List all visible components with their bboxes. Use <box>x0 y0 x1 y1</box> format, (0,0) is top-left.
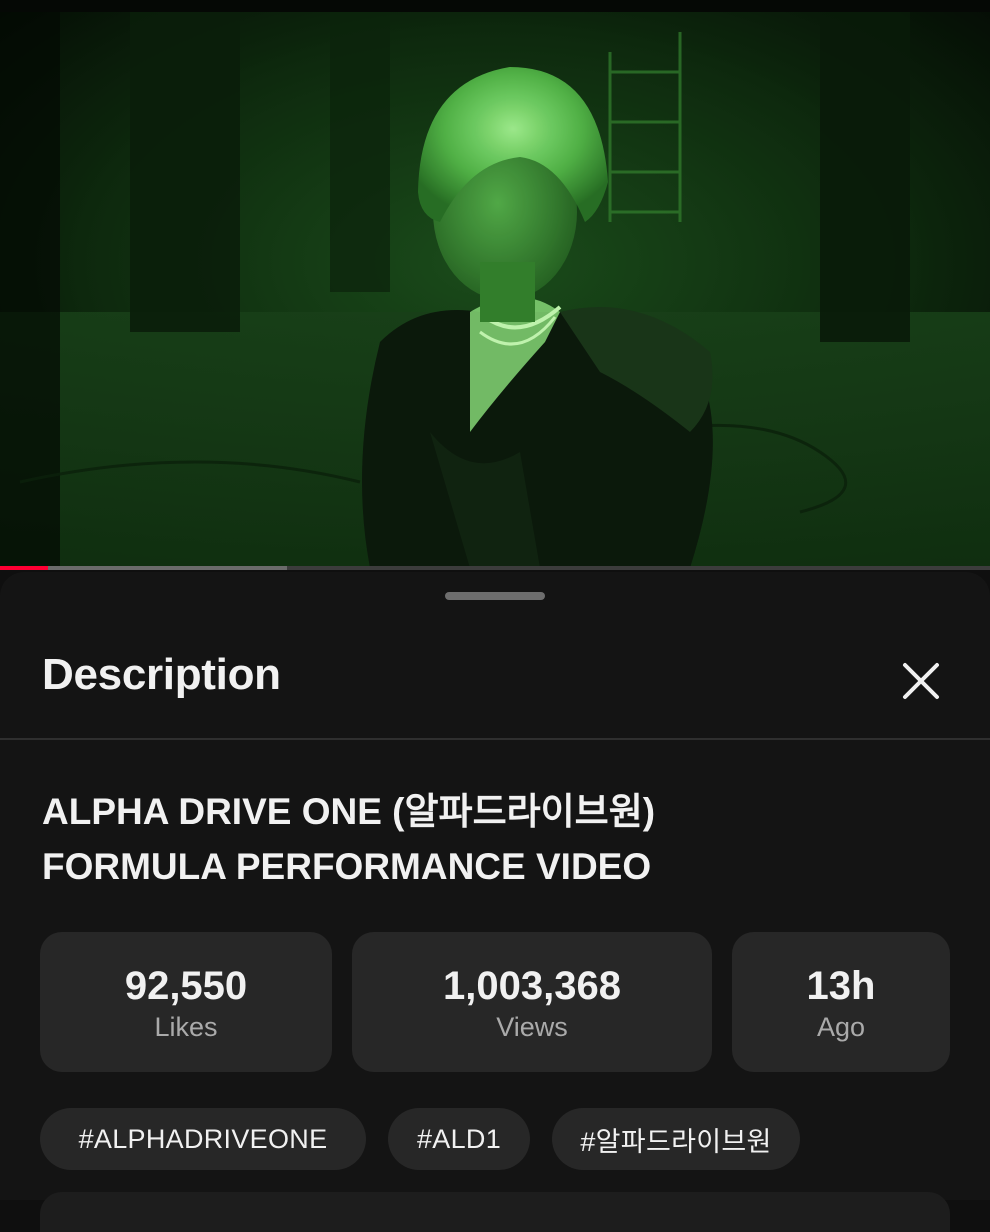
video-player[interactable] <box>0 0 990 570</box>
video-title-line-2: FORMULA PERFORMANCE VIDEO <box>42 846 652 887</box>
upload-age-value: 13h <box>806 963 876 1008</box>
hashtag-chip[interactable]: #알파드라이브원 <box>552 1108 800 1170</box>
upload-age-label: Ago <box>816 1011 866 1042</box>
close-button[interactable] <box>892 652 950 710</box>
progress-bar[interactable] <box>0 566 990 570</box>
video-frame[interactable] <box>0 12 990 568</box>
divider <box>0 738 990 740</box>
hashtag-chip[interactable]: #ALD1 <box>388 1108 530 1170</box>
description-sheet: Description ALPHA DRIVE ONE (알파드라이브원) FO… <box>0 572 990 1232</box>
likes-stat: 92,550 Likes <box>40 932 332 1072</box>
views-stat: 1,003,368 Views <box>352 932 712 1072</box>
likes-count: 92,550 <box>124 963 248 1008</box>
next-section-card <box>40 1192 950 1232</box>
progress-played <box>0 566 48 570</box>
views-label: Views <box>496 1011 568 1042</box>
drag-handle[interactable] <box>445 592 545 600</box>
sheet-title: Description <box>42 650 281 699</box>
video-title: ALPHA DRIVE ONE (알파드라이브원) FORMULA PERFOR… <box>42 784 942 894</box>
video-title-line-1: ALPHA DRIVE ONE (알파드라이브원) <box>42 791 656 832</box>
upload-age-stat: 13h Ago <box>732 932 950 1072</box>
hashtag-chip[interactable]: #ALPHADRIVEONE <box>40 1108 366 1170</box>
close-icon <box>903 663 939 699</box>
views-count: 1,003,368 <box>443 963 621 1008</box>
likes-label: Likes <box>154 1011 218 1042</box>
